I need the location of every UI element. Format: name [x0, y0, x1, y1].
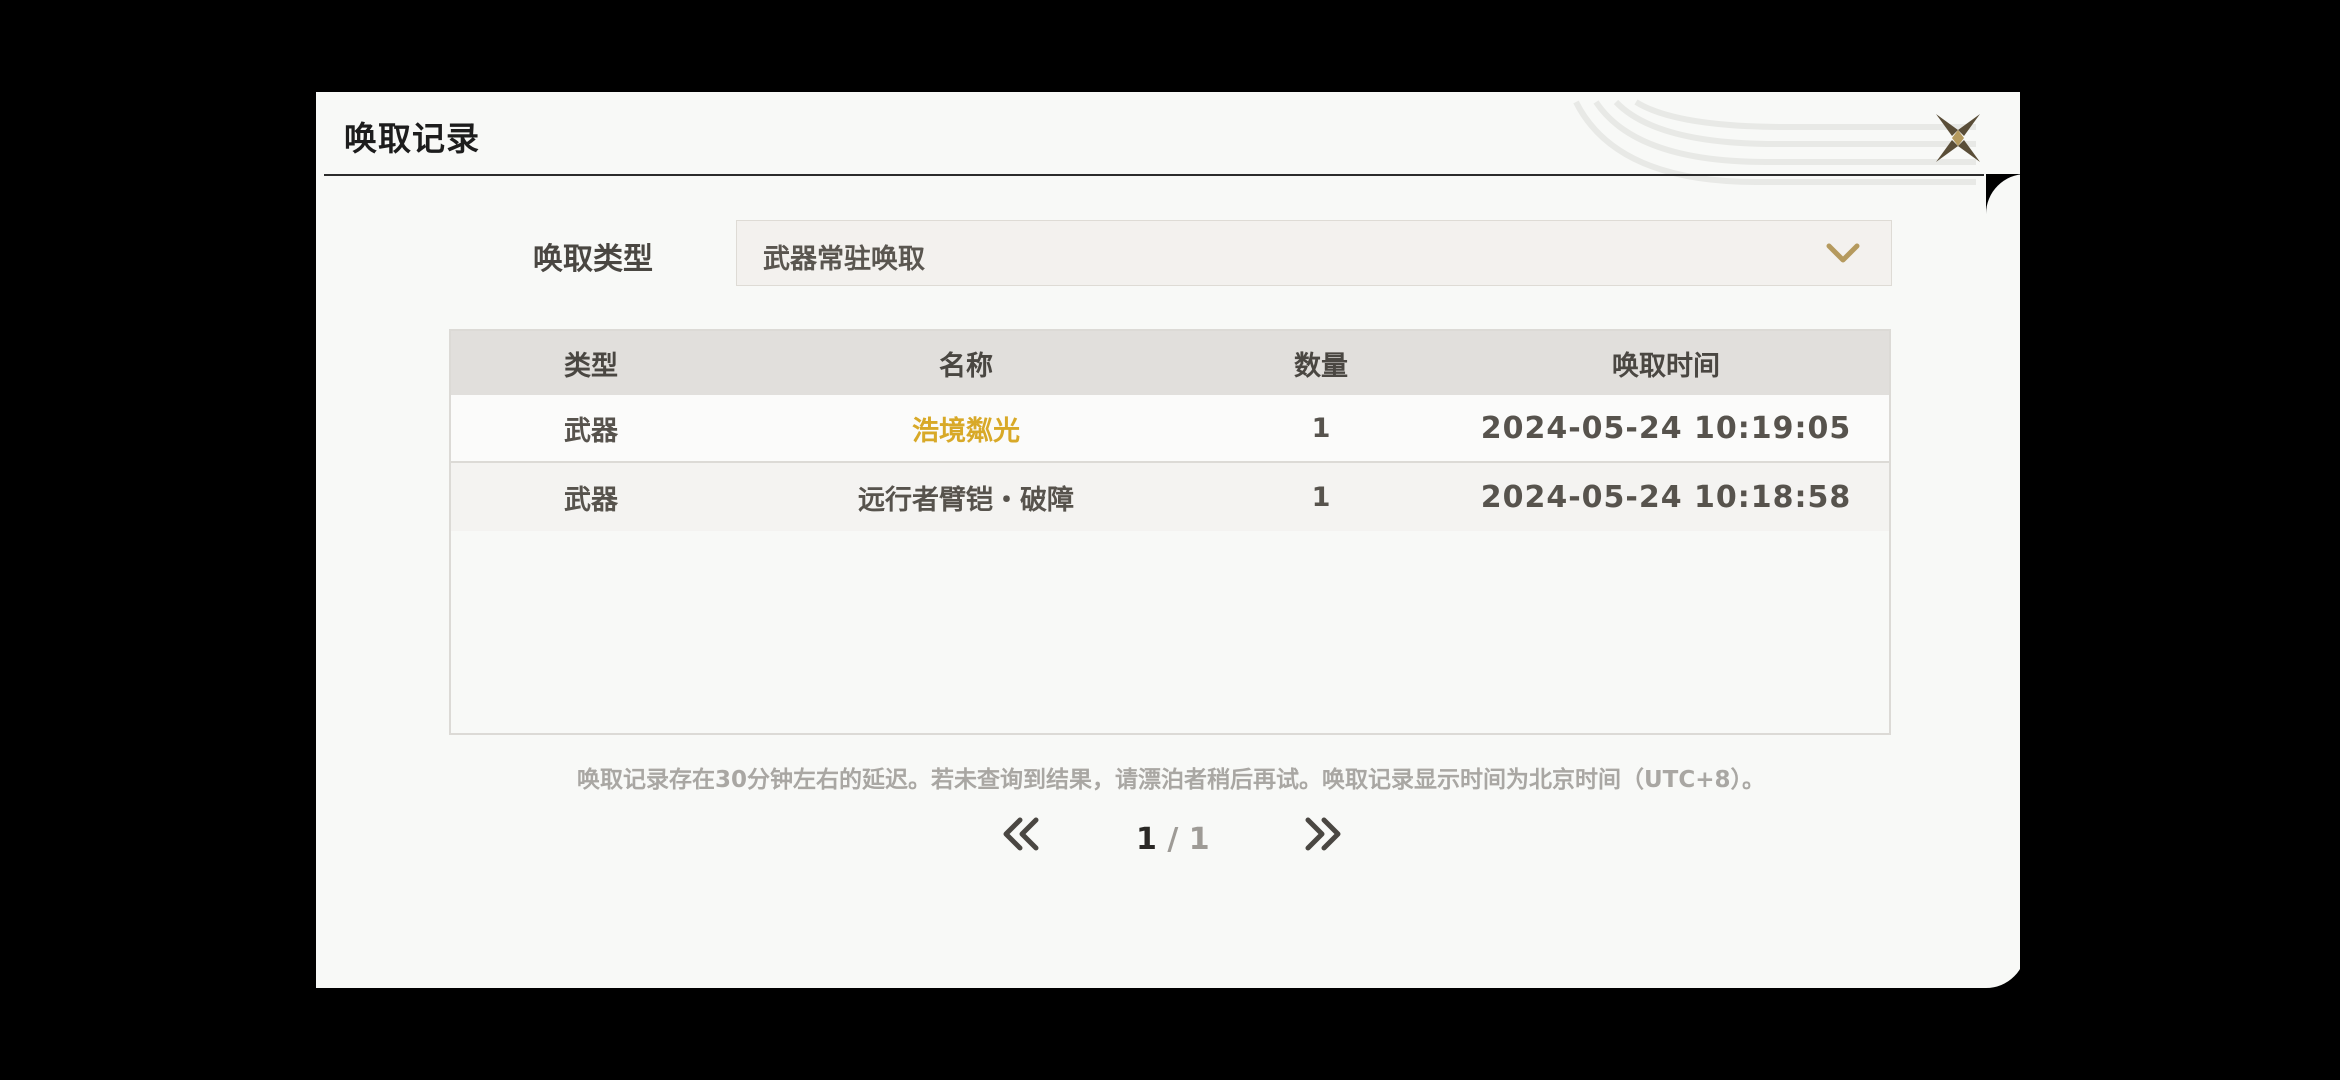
column-header-time: 唤取时间 [1612, 350, 1720, 382]
dialog-header: 唤取记录 [316, 92, 2006, 185]
double-chevron-left-icon [1003, 817, 1039, 851]
delay-notice: 唤取记录存在30分钟左右的延迟。若未查询到结果，请漂泊者稍后再试。唤取记录显示时… [576, 767, 1766, 793]
row-time: 2024-05-24 10:18:58 [1480, 479, 1852, 515]
table-row: 武器 浩境粼光 1 2024-05-24 10:19:05 [451, 395, 1889, 463]
close-x-icon [1936, 114, 1980, 162]
table-row: 武器 远行者臂铠・破障 1 2024-05-24 10:18:58 [451, 463, 1889, 531]
chevron-down-icon [1826, 243, 1860, 263]
prev-page-button[interactable] [1000, 816, 1044, 852]
double-chevron-right-icon [1305, 817, 1341, 851]
column-header-quantity: 数量 [1294, 350, 1348, 382]
row-type: 武器 [564, 415, 618, 447]
row-quantity: 1 [1311, 481, 1331, 513]
gacha-type-select[interactable]: 武器常驻唤取 [736, 220, 1892, 286]
column-header-type: 类型 [564, 350, 618, 382]
row-time: 2024-05-24 10:19:05 [1480, 410, 1852, 446]
table-header: 类型 名称 数量 唤取时间 [451, 331, 1889, 395]
page-separator: / [1156, 822, 1189, 857]
panel-right-edge [2020, 92, 2026, 988]
header-divider [324, 174, 1984, 176]
page-current: 1 [1136, 822, 1157, 857]
row-name: 远行者臂铠・破障 [858, 484, 1074, 516]
next-page-button[interactable] [1300, 816, 1344, 852]
gacha-history-dialog: 唤取记录 唤取类型 武器常驻唤取 类型 名称 数量 唤取时间 武器 浩境粼光 1… [316, 92, 2026, 988]
dialog-title: 唤取记录 [344, 119, 480, 158]
row-quantity: 1 [1311, 412, 1331, 444]
close-button[interactable] [1928, 108, 1988, 168]
page-indicator: 1 / 1 [1136, 822, 1210, 857]
filter-label: 唤取类型 [533, 242, 653, 277]
column-header-name: 名称 [939, 350, 993, 382]
row-name: 浩境粼光 [912, 415, 1020, 447]
row-type: 武器 [564, 484, 618, 516]
decorative-arcs-icon [1573, 99, 1976, 185]
page-total: 1 [1188, 822, 1210, 857]
select-value: 武器常驻唤取 [763, 244, 925, 275]
history-table: 类型 名称 数量 唤取时间 武器 浩境粼光 1 2024-05-24 10:19… [449, 329, 1891, 735]
